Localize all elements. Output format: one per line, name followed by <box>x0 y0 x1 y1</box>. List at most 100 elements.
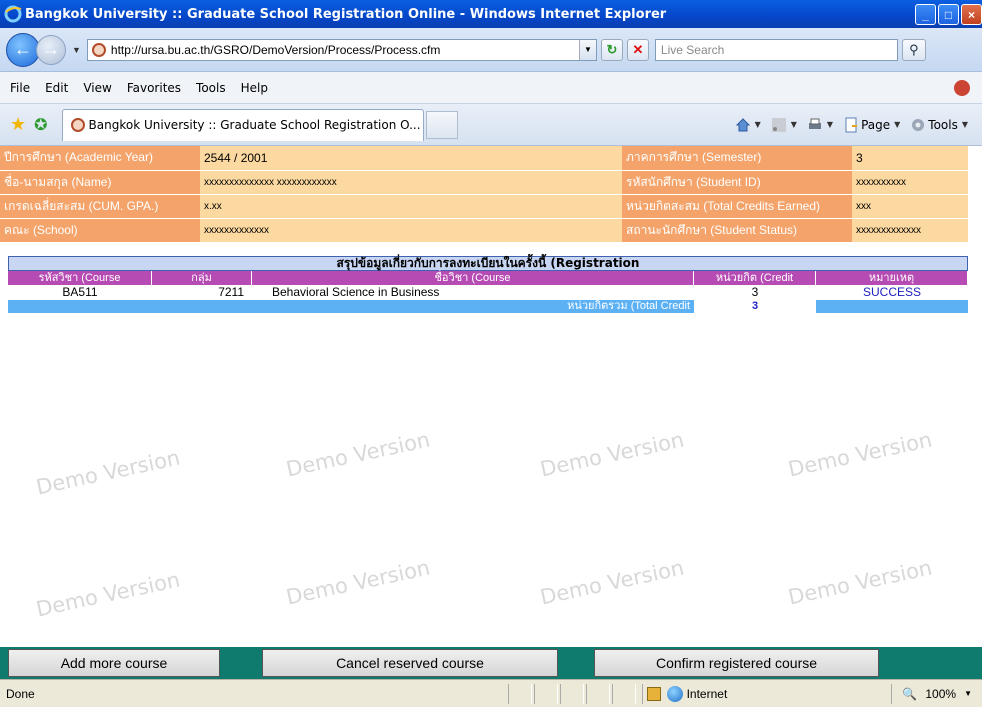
student-info-table: ปีการศึกษา (Academic Year) 2544 / 2001 ภ… <box>0 146 968 243</box>
status-divider <box>507 683 532 704</box>
name-value: xxxxxxxxxxxxxx xxxxxxxxxxxx <box>200 170 622 195</box>
maximize-button[interactable]: □ <box>938 4 959 25</box>
menu-view[interactable]: View <box>83 81 111 95</box>
col-remark: หมายเหตุ <box>816 271 968 285</box>
registration-heading: สรุปข้อมูลเกี่ยวกับการลงทะเบียนในครั้งนี… <box>8 256 968 271</box>
search-input[interactable]: Live Search <box>654 38 898 61</box>
tools-dropdown-icon: ▼ <box>961 120 968 129</box>
back-button[interactable]: ← <box>6 32 40 67</box>
recent-pages-dropdown[interactable]: ▼ <box>72 45 81 55</box>
tab-toolbar: ★ ✪ Bangkok University :: Graduate Schoo… <box>0 104 982 146</box>
watermark: Demo Version <box>538 427 687 482</box>
favorites-star-icon[interactable]: ★ <box>10 114 26 135</box>
total-credit-row: หน่วยกิตรวม (Total Credit 3 <box>8 300 968 313</box>
site-favicon-icon <box>91 42 106 57</box>
tab-active[interactable]: Bangkok University :: Graduate School Re… <box>61 108 424 141</box>
col-credit: หน่วยกิต (Credit <box>694 271 816 285</box>
feeds-dropdown-icon[interactable]: ▼ <box>791 120 797 129</box>
academic-year-value: 2544 / 2001 <box>200 146 622 171</box>
menu-bar: File Edit View Favorites Tools Help <box>0 72 982 104</box>
student-id-value: xxxxxxxxxx <box>852 170 968 195</box>
ie-logo-icon <box>4 5 22 23</box>
credits-earned-label: หน่วยกิตสะสม (Total Credits Earned) <box>622 194 852 219</box>
status-divider <box>533 683 558 704</box>
menu-help[interactable]: Help <box>241 81 268 95</box>
menu-favorites[interactable]: Favorites <box>127 81 181 95</box>
print-button[interactable]: ▼ <box>807 117 839 133</box>
home-dropdown-icon[interactable]: ▼ <box>755 120 761 129</box>
printer-icon <box>808 118 821 129</box>
status-divider <box>559 683 584 704</box>
academic-year-label: ปีการศึกษา (Academic Year) <box>0 146 200 171</box>
school-label: คณะ (School) <box>0 218 200 243</box>
confirm-course-button[interactable]: Confirm registered course <box>594 649 879 677</box>
tools-menu-label: Tools <box>928 117 958 132</box>
semester-value: 3 <box>852 146 968 171</box>
rss-feed-icon <box>771 117 786 132</box>
watermark: Demo Version <box>284 555 433 610</box>
window-title: Bangkok University :: Graduate School Re… <box>25 6 667 22</box>
row-credit: 3 <box>751 285 759 299</box>
total-credit-spacer <box>816 300 968 313</box>
add-favorites-icon[interactable]: ✪ <box>34 115 47 134</box>
menu-edit[interactable]: Edit <box>45 81 68 95</box>
watermark: Demo Version <box>34 445 183 500</box>
action-bar: Add more course Cancel reserved course C… <box>0 647 982 679</box>
student-id-label: รหัสนักศึกษา (Student ID) <box>622 170 852 195</box>
status-bar: Done Internet 🔍 100% ▼ <box>0 679 982 707</box>
page-icon <box>845 117 858 132</box>
total-credit-value: 3 <box>694 300 816 313</box>
status-text: Done <box>6 686 35 701</box>
watermark: Demo Version <box>284 427 433 482</box>
row-course-code: BA511 <box>62 285 98 299</box>
add-course-button[interactable]: Add more course <box>8 649 220 677</box>
registration-column-headers: รหัสวิชา (Course กลุ่ม ชื่อวิชา (Course … <box>8 271 968 285</box>
page-dropdown-icon: ▼ <box>894 120 901 129</box>
row-remark: SUCCESS <box>862 285 921 299</box>
address-toolbar: ← → ▼ http://ursa.bu.ac.th/GSRO/DemoVers… <box>0 28 982 72</box>
print-dropdown-icon[interactable]: ▼ <box>827 120 833 129</box>
student-status-value: xxxxxxxxxxxxx <box>852 218 968 243</box>
search-button[interactable]: ⚲ <box>901 38 926 61</box>
feeds-button[interactable]: ▼ <box>771 117 803 133</box>
address-bar[interactable]: http://ursa.bu.ac.th/GSRO/DemoVersion/Pr… <box>86 38 597 61</box>
stop-button[interactable]: ✕ <box>626 38 649 61</box>
window-controls: _ □ × <box>915 4 982 25</box>
address-dropdown-icon[interactable]: ▼ <box>578 39 596 60</box>
gpa-value: x.xx <box>200 194 622 219</box>
forward-button[interactable]: → <box>36 34 66 65</box>
translate-icon[interactable] <box>954 79 970 96</box>
watermark: Demo Version <box>786 555 935 610</box>
zoom-control[interactable]: 🔍 100% ▼ <box>891 683 972 704</box>
menu-file[interactable]: File <box>10 81 30 95</box>
zoom-level: 100% <box>925 686 957 701</box>
total-credit-label: หน่วยกิตรวม (Total Credit <box>567 300 690 312</box>
gpa-label: เกรดเฉลี่ยสะสม (CUM. GPA.) <box>0 194 200 219</box>
page-content: ปีการศึกษา (Academic Year) 2544 / 2001 ภ… <box>0 146 982 647</box>
semester-label: ภาคการศึกษา (Semester) <box>622 146 852 171</box>
cancel-course-button[interactable]: Cancel reserved course <box>262 649 558 677</box>
status-divider <box>611 683 636 704</box>
menu-tools[interactable]: Tools <box>196 81 226 95</box>
refresh-button[interactable]: ↻ <box>600 38 623 61</box>
back-arrow-icon: ← <box>14 39 32 59</box>
command-bar: ▼ ▼ ▼ Page ▼ Tools ▼ <box>735 117 974 133</box>
row-section: 7211 <box>218 285 244 299</box>
tab-label: Bangkok University :: Graduate School Re… <box>88 118 421 132</box>
security-zone[interactable]: Internet <box>641 683 892 704</box>
close-button[interactable]: × <box>961 4 982 25</box>
refresh-icon: ↻ <box>606 41 618 57</box>
title-bar: Bangkok University :: Graduate School Re… <box>0 0 982 28</box>
info-row: ชื่อ-นามสกุล (Name) xxxxxxxxxxxxxx xxxxx… <box>0 170 968 195</box>
home-button[interactable]: ▼ <box>735 117 767 133</box>
minimize-button[interactable]: _ <box>915 4 936 25</box>
zone-label: Internet <box>686 686 728 701</box>
tools-menu[interactable]: Tools ▼ <box>910 117 974 133</box>
page-menu[interactable]: Page ▼ <box>843 117 906 133</box>
stop-icon: ✕ <box>632 41 644 57</box>
col-section: กลุ่ม <box>152 271 252 285</box>
col-course-name: ชื่อวิชา (Course <box>252 271 694 285</box>
school-value: xxxxxxxxxxxxx <box>200 218 622 243</box>
new-tab-button[interactable] <box>425 110 458 139</box>
zoom-icon: 🔍 <box>902 686 918 701</box>
